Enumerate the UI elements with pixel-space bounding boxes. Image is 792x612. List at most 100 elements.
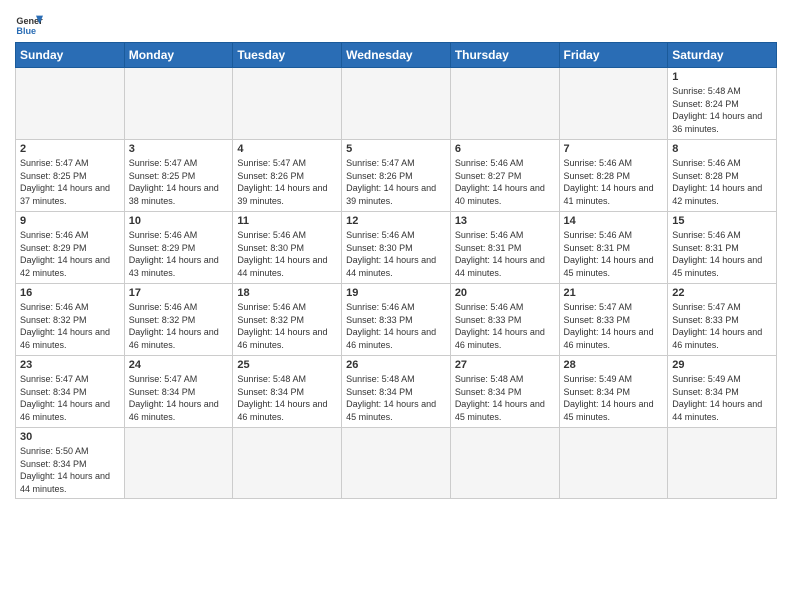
day-of-week-header: Thursday [450, 43, 559, 68]
day-sun-info: Sunrise: 5:46 AMSunset: 8:32 PMDaylight:… [237, 301, 337, 351]
day-of-week-header: Monday [124, 43, 233, 68]
day-sun-info: Sunrise: 5:48 AMSunset: 8:34 PMDaylight:… [346, 373, 446, 423]
day-sun-info: Sunrise: 5:47 AMSunset: 8:33 PMDaylight:… [564, 301, 664, 351]
day-number: 12 [346, 215, 446, 227]
day-sun-info: Sunrise: 5:47 AMSunset: 8:34 PMDaylight:… [129, 373, 229, 423]
calendar-cell: 20 Sunrise: 5:46 AMSunset: 8:33 PMDayligh… [450, 284, 559, 356]
calendar-cell: 21 Sunrise: 5:47 AMSunset: 8:33 PMDayligh… [559, 284, 668, 356]
day-sun-info: Sunrise: 5:48 AMSunset: 8:24 PMDaylight:… [672, 85, 772, 135]
calendar-cell [559, 68, 668, 140]
day-sun-info: Sunrise: 5:46 AMSunset: 8:30 PMDaylight:… [237, 229, 337, 279]
calendar-cell [16, 68, 125, 140]
day-number: 19 [346, 287, 446, 299]
calendar-week-row: 30 Sunrise: 5:50 AMSunset: 8:34 PMDayligh… [16, 428, 777, 499]
day-number: 30 [20, 431, 120, 443]
calendar-week-row: 16Sunrise: 5:46 AMSunset: 8:32 PMDayligh… [16, 284, 777, 356]
day-number: 1 [672, 71, 772, 83]
calendar-cell: 28Sunrise: 5:49 AMSunset: 8:34 PMDayligh… [559, 356, 668, 428]
day-of-week-header: Saturday [668, 43, 777, 68]
day-sun-info: Sunrise: 5:46 AMSunset: 8:29 PMDaylight:… [129, 229, 229, 279]
calendar-header-row: SundayMondayTuesdayWednesdayThursdayFrid… [16, 43, 777, 68]
calendar-cell: 4 Sunrise: 5:47 AMSunset: 8:26 PMDaylight… [233, 140, 342, 212]
day-sun-info: Sunrise: 5:47 AMSunset: 8:26 PMDaylight:… [237, 157, 337, 207]
calendar-cell [233, 428, 342, 499]
day-of-week-header: Wednesday [342, 43, 451, 68]
calendar-cell: 16Sunrise: 5:46 AMSunset: 8:32 PMDayligh… [16, 284, 125, 356]
logo-icon: General Blue [15, 10, 43, 38]
calendar-cell: 30 Sunrise: 5:50 AMSunset: 8:34 PMDayligh… [16, 428, 125, 499]
logo: General Blue [15, 10, 47, 38]
calendar-week-row: 9 Sunrise: 5:46 AMSunset: 8:29 PMDaylight… [16, 212, 777, 284]
day-sun-info: Sunrise: 5:46 AMSunset: 8:31 PMDaylight:… [455, 229, 555, 279]
calendar-cell [559, 428, 668, 499]
day-number: 23 [20, 359, 120, 371]
day-of-week-header: Tuesday [233, 43, 342, 68]
day-number: 18 [237, 287, 337, 299]
day-sun-info: Sunrise: 5:46 AMSunset: 8:31 PMDaylight:… [564, 229, 664, 279]
calendar-cell [124, 428, 233, 499]
day-number: 11 [237, 215, 337, 227]
day-number: 20 [455, 287, 555, 299]
day-sun-info: Sunrise: 5:47 AMSunset: 8:26 PMDaylight:… [346, 157, 446, 207]
calendar-cell: 7Sunrise: 5:46 AMSunset: 8:28 PMDaylight… [559, 140, 668, 212]
calendar-cell: 8Sunrise: 5:46 AMSunset: 8:28 PMDaylight… [668, 140, 777, 212]
calendar-cell: 11 Sunrise: 5:46 AMSunset: 8:30 PMDayligh… [233, 212, 342, 284]
day-sun-info: Sunrise: 5:46 AMSunset: 8:30 PMDaylight:… [346, 229, 446, 279]
calendar-cell [233, 68, 342, 140]
day-sun-info: Sunrise: 5:46 AMSunset: 8:32 PMDaylight:… [129, 301, 229, 351]
calendar-cell: 1 Sunrise: 5:48 AMSunset: 8:24 PMDaylight… [668, 68, 777, 140]
calendar-cell: 12 Sunrise: 5:46 AMSunset: 8:30 PMDayligh… [342, 212, 451, 284]
day-sun-info: Sunrise: 5:46 AMSunset: 8:33 PMDaylight:… [455, 301, 555, 351]
day-number: 22 [672, 287, 772, 299]
calendar-cell: 17 Sunrise: 5:46 AMSunset: 8:32 PMDayligh… [124, 284, 233, 356]
day-number: 17 [129, 287, 229, 299]
day-of-week-header: Friday [559, 43, 668, 68]
calendar-week-row: 1 Sunrise: 5:48 AMSunset: 8:24 PMDaylight… [16, 68, 777, 140]
calendar-cell: 23 Sunrise: 5:47 AMSunset: 8:34 PMDayligh… [16, 356, 125, 428]
day-number: 25 [237, 359, 337, 371]
day-number: 9 [20, 215, 120, 227]
day-sun-info: Sunrise: 5:46 AMSunset: 8:29 PMDaylight:… [20, 229, 120, 279]
calendar-cell: 9 Sunrise: 5:46 AMSunset: 8:29 PMDaylight… [16, 212, 125, 284]
day-number: 27 [455, 359, 555, 371]
calendar-cell: 25 Sunrise: 5:48 AMSunset: 8:34 PMDayligh… [233, 356, 342, 428]
page-header: General Blue [15, 10, 777, 38]
calendar-cell: 5Sunrise: 5:47 AMSunset: 8:26 PMDaylight… [342, 140, 451, 212]
calendar-cell: 15 Sunrise: 5:46 AMSunset: 8:31 PMDayligh… [668, 212, 777, 284]
day-number: 26 [346, 359, 446, 371]
day-sun-info: Sunrise: 5:46 AMSunset: 8:31 PMDaylight:… [672, 229, 772, 279]
day-number: 3 [129, 143, 229, 155]
calendar-cell [124, 68, 233, 140]
day-sun-info: Sunrise: 5:48 AMSunset: 8:34 PMDaylight:… [455, 373, 555, 423]
day-sun-info: Sunrise: 5:47 AMSunset: 8:33 PMDaylight:… [672, 301, 772, 351]
day-sun-info: Sunrise: 5:49 AMSunset: 8:34 PMDaylight:… [672, 373, 772, 423]
day-sun-info: Sunrise: 5:48 AMSunset: 8:34 PMDaylight:… [237, 373, 337, 423]
calendar-cell: 14Sunrise: 5:46 AMSunset: 8:31 PMDayligh… [559, 212, 668, 284]
day-sun-info: Sunrise: 5:46 AMSunset: 8:28 PMDaylight:… [672, 157, 772, 207]
day-number: 15 [672, 215, 772, 227]
day-sun-info: Sunrise: 5:50 AMSunset: 8:34 PMDaylight:… [20, 445, 120, 495]
day-sun-info: Sunrise: 5:49 AMSunset: 8:34 PMDaylight:… [564, 373, 664, 423]
day-number: 24 [129, 359, 229, 371]
calendar-table: SundayMondayTuesdayWednesdayThursdayFrid… [15, 42, 777, 499]
calendar-cell: 19 Sunrise: 5:46 AMSunset: 8:33 PMDayligh… [342, 284, 451, 356]
calendar-cell [342, 68, 451, 140]
day-sun-info: Sunrise: 5:47 AMSunset: 8:25 PMDaylight:… [20, 157, 120, 207]
day-sun-info: Sunrise: 5:47 AMSunset: 8:34 PMDaylight:… [20, 373, 120, 423]
calendar-cell: 2Sunrise: 5:47 AMSunset: 8:25 PMDaylight… [16, 140, 125, 212]
day-sun-info: Sunrise: 5:46 AMSunset: 8:27 PMDaylight:… [455, 157, 555, 207]
calendar-cell: 18 Sunrise: 5:46 AMSunset: 8:32 PMDayligh… [233, 284, 342, 356]
day-number: 10 [129, 215, 229, 227]
day-number: 4 [237, 143, 337, 155]
calendar-cell [450, 68, 559, 140]
calendar-cell: 3 Sunrise: 5:47 AMSunset: 8:25 PMDaylight… [124, 140, 233, 212]
day-number: 7 [564, 143, 664, 155]
day-number: 29 [672, 359, 772, 371]
calendar-cell: 27 Sunrise: 5:48 AMSunset: 8:34 PMDayligh… [450, 356, 559, 428]
day-sun-info: Sunrise: 5:46 AMSunset: 8:33 PMDaylight:… [346, 301, 446, 351]
day-sun-info: Sunrise: 5:47 AMSunset: 8:25 PMDaylight:… [129, 157, 229, 207]
svg-text:Blue: Blue [16, 26, 36, 36]
day-number: 13 [455, 215, 555, 227]
day-number: 21 [564, 287, 664, 299]
day-number: 6 [455, 143, 555, 155]
